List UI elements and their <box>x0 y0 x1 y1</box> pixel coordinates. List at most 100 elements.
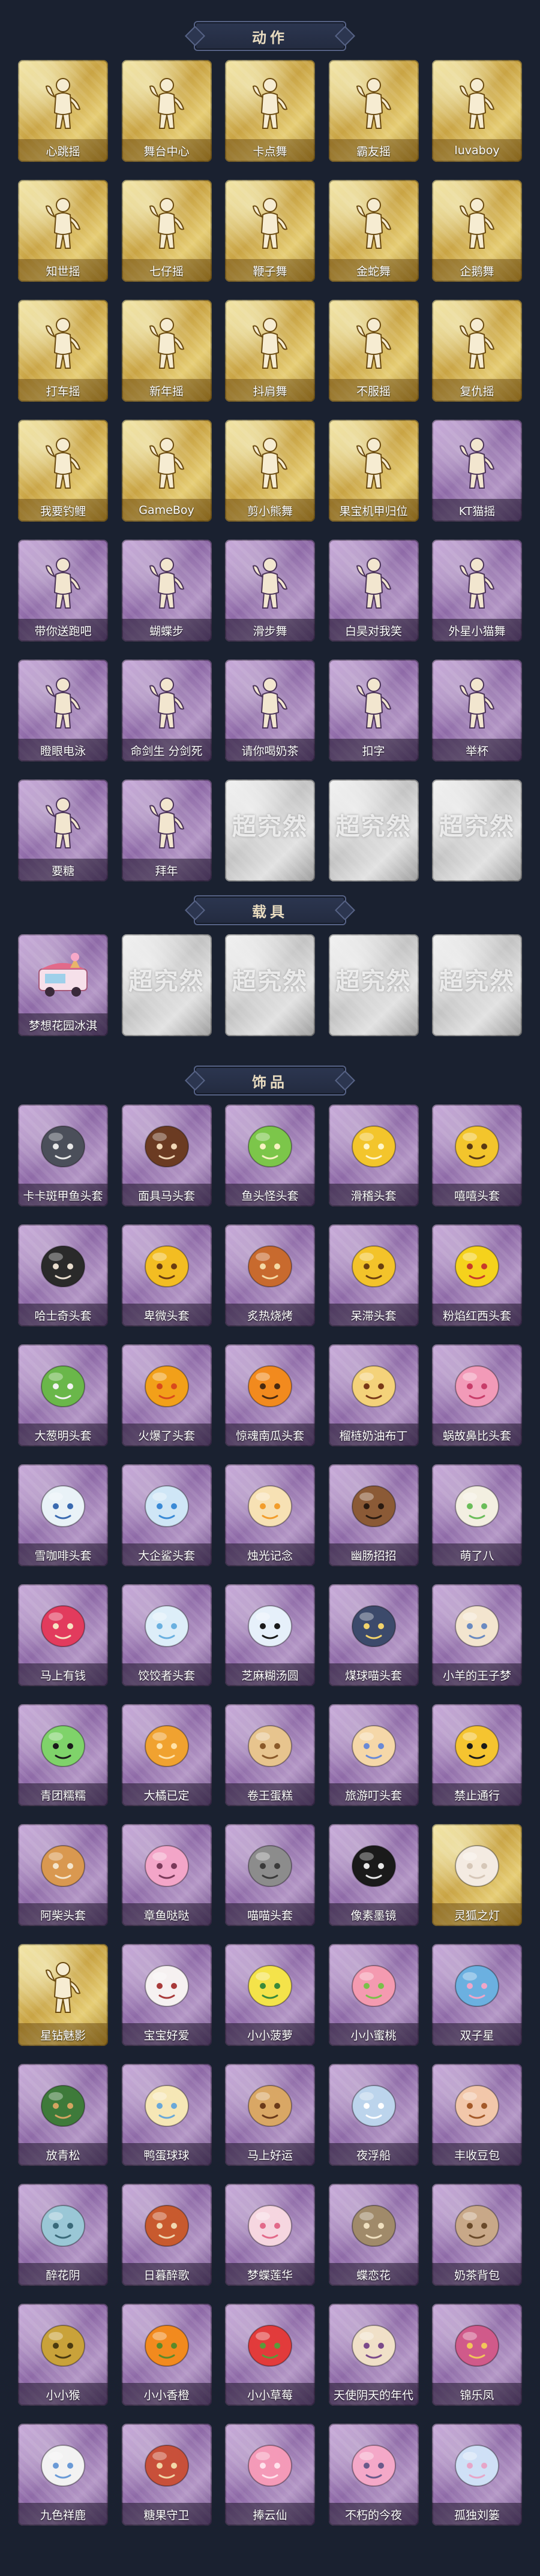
collection-item-card[interactable]: 禁止通行 <box>432 1704 522 1806</box>
collection-item-card[interactable]: 火爆了头套 <box>121 1344 212 1446</box>
collection-item-card[interactable]: 粉焰红西头套 <box>432 1224 522 1326</box>
locked-item-card[interactable]: 超究然 <box>328 934 419 1036</box>
collection-item-card[interactable]: 要糖 <box>18 780 108 881</box>
collection-item-card[interactable]: 拜年 <box>121 780 212 881</box>
collection-item-card[interactable]: 我要钓鲤 <box>18 420 108 522</box>
collection-item-card[interactable]: 星钻魅影 <box>18 1944 108 2046</box>
locked-item-card[interactable]: 超究然 <box>432 934 522 1036</box>
collection-item-card[interactable]: 卡卡斑甲鱼头套 <box>18 1105 108 1206</box>
collection-item-card[interactable]: 九色祥鹿 <box>18 2424 108 2526</box>
locked-item-card[interactable]: 超究然 <box>121 934 212 1036</box>
collection-item-card[interactable]: 不朽的今夜 <box>328 2424 419 2526</box>
collection-item-card[interactable]: 炙热烧烤 <box>225 1224 315 1326</box>
collection-item-card[interactable]: 嘻嘻头套 <box>432 1105 522 1206</box>
collection-item-card[interactable]: 小小香橙 <box>121 2304 212 2406</box>
collection-item-card[interactable]: 蜗故鼻比头套 <box>432 1344 522 1446</box>
collection-item-card[interactable]: 蝶恋花 <box>328 2184 419 2286</box>
collection-item-card[interactable]: 梦想花园冰淇 <box>18 934 108 1036</box>
collection-item-card[interactable]: 蝴蝶步 <box>121 540 212 642</box>
collection-item-card[interactable]: 像素墨镜 <box>328 1824 419 1926</box>
collection-item-card[interactable]: 煤球喵头套 <box>328 1584 419 1686</box>
collection-item-card[interactable]: 天使阴天的年代 <box>328 2304 419 2406</box>
collection-item-card[interactable]: 大葱明头套 <box>18 1344 108 1446</box>
collection-item-card[interactable]: 阿柴头套 <box>18 1824 108 1926</box>
collection-item-card[interactable]: 瞪眼电泳 <box>18 660 108 762</box>
collection-item-card[interactable]: 抖肩舞 <box>225 300 315 402</box>
collection-item-card[interactable]: 卷王蛋糕 <box>225 1704 315 1806</box>
collection-item-card[interactable]: 锦乐凤 <box>432 2304 522 2406</box>
collection-item-card[interactable]: 鞭子舞 <box>225 180 315 282</box>
collection-item-card[interactable]: 滑稽头套 <box>328 1105 419 1206</box>
collection-item-card[interactable]: 大企鲨头套 <box>121 1464 212 1566</box>
collection-item-card[interactable]: 糖果守卫 <box>121 2424 212 2526</box>
collection-item-card[interactable]: 鸭蛋球球 <box>121 2064 212 2166</box>
collection-item-card[interactable]: 滑步舞 <box>225 540 315 642</box>
collection-item-card[interactable]: 白昊对我笑 <box>328 540 419 642</box>
collection-item-card[interactable]: GameBoy <box>121 420 212 522</box>
collection-item-card[interactable]: 奶茶背包 <box>432 2184 522 2286</box>
collection-item-card[interactable]: 章鱼哒哒 <box>121 1824 212 1926</box>
collection-item-card[interactable]: 灵狐之灯 <box>432 1824 522 1926</box>
collection-item-card[interactable]: 丰收豆包 <box>432 2064 522 2166</box>
locked-item-card[interactable]: 超究然 <box>328 780 419 881</box>
collection-item-card[interactable]: 旅游叮头套 <box>328 1704 419 1806</box>
collection-item-card[interactable]: 醉花阴 <box>18 2184 108 2286</box>
collection-item-card[interactable]: 呆滞头套 <box>328 1224 419 1326</box>
collection-item-card[interactable]: 剪小熊舞 <box>225 420 315 522</box>
collection-item-card[interactable]: 卑微头套 <box>121 1224 212 1326</box>
collection-item-card[interactable]: 打车摇 <box>18 300 108 402</box>
collection-item-card[interactable]: 双子星 <box>432 1944 522 2046</box>
collection-item-card[interactable]: 惊魂南瓜头套 <box>225 1344 315 1446</box>
collection-item-card[interactable]: 饺饺者头套 <box>121 1584 212 1686</box>
collection-item-card[interactable]: 马上有钱 <box>18 1584 108 1686</box>
collection-item-card[interactable]: 命剑生 分剑死 <box>121 660 212 762</box>
collection-item-card[interactable]: 霸友摇 <box>328 60 419 162</box>
collection-item-card[interactable]: 雪咖啡头套 <box>18 1464 108 1566</box>
collection-item-card[interactable]: 小小猴 <box>18 2304 108 2406</box>
collection-item-card[interactable]: 孤独刘篓 <box>432 2424 522 2526</box>
collection-item-card[interactable]: 大橘已定 <box>121 1704 212 1806</box>
locked-item-card[interactable]: 超究然 <box>225 780 315 881</box>
collection-item-card[interactable]: 萌了八 <box>432 1464 522 1566</box>
collection-item-card[interactable]: 复仇摇 <box>432 300 522 402</box>
collection-item-card[interactable]: 企鹅舞 <box>432 180 522 282</box>
collection-item-card[interactable]: 扣字 <box>328 660 419 762</box>
collection-item-card[interactable]: 小小菠萝 <box>225 1944 315 2046</box>
collection-item-card[interactable]: 榴梿奶油布丁 <box>328 1344 419 1446</box>
collection-item-card[interactable]: 喵喵头套 <box>225 1824 315 1926</box>
collection-item-card[interactable]: 带你送跑吧 <box>18 540 108 642</box>
collection-item-card[interactable]: 鱼头怪头套 <box>225 1105 315 1206</box>
collection-item-card[interactable]: 小小蜜桃 <box>328 1944 419 2046</box>
collection-item-card[interactable]: 金蛇舞 <box>328 180 419 282</box>
collection-item-card[interactable]: luvaboy <box>432 60 522 162</box>
locked-item-card[interactable]: 超究然 <box>432 780 522 881</box>
collection-item-card[interactable]: 请你喝奶茶 <box>225 660 315 762</box>
collection-item-card[interactable]: 面具马头套 <box>121 1105 212 1206</box>
collection-item-card[interactable]: 幽肠招招 <box>328 1464 419 1566</box>
collection-item-card[interactable]: 宝宝好爱 <box>121 1944 212 2046</box>
collection-item-card[interactable]: 捧云仙 <box>225 2424 315 2526</box>
collection-item-card[interactable]: 七仔摇 <box>121 180 212 282</box>
collection-item-card[interactable]: 芝麻糊汤圆 <box>225 1584 315 1686</box>
collection-item-card[interactable]: 烛光记念 <box>225 1464 315 1566</box>
collection-item-card[interactable]: 马上好运 <box>225 2064 315 2166</box>
locked-item-card[interactable]: 超究然 <box>225 934 315 1036</box>
collection-item-card[interactable]: 心跳摇 <box>18 60 108 162</box>
collection-item-card[interactable]: 卡点舞 <box>225 60 315 162</box>
collection-item-card[interactable]: 小羊的王子梦 <box>432 1584 522 1686</box>
collection-item-card[interactable]: 青团糯糯 <box>18 1704 108 1806</box>
collection-item-card[interactable]: 举杯 <box>432 660 522 762</box>
collection-item-card[interactable]: 夜浮船 <box>328 2064 419 2166</box>
collection-item-card[interactable]: 不服摇 <box>328 300 419 402</box>
collection-item-card[interactable]: 果宝机甲归位 <box>328 420 419 522</box>
collection-item-card[interactable]: 哈士奇头套 <box>18 1224 108 1326</box>
collection-item-card[interactable]: 知世摇 <box>18 180 108 282</box>
collection-item-card[interactable]: 新年摇 <box>121 300 212 402</box>
collection-item-card[interactable]: 日暮醉歌 <box>121 2184 212 2286</box>
collection-item-card[interactable]: 外星小猫舞 <box>432 540 522 642</box>
collection-item-card[interactable]: KT猫摇 <box>432 420 522 522</box>
collection-item-card[interactable]: 小小草莓 <box>225 2304 315 2406</box>
collection-item-card[interactable]: 舞台中心 <box>121 60 212 162</box>
collection-item-card[interactable]: 梦蝶莲华 <box>225 2184 315 2286</box>
collection-item-card[interactable]: 放青松 <box>18 2064 108 2166</box>
